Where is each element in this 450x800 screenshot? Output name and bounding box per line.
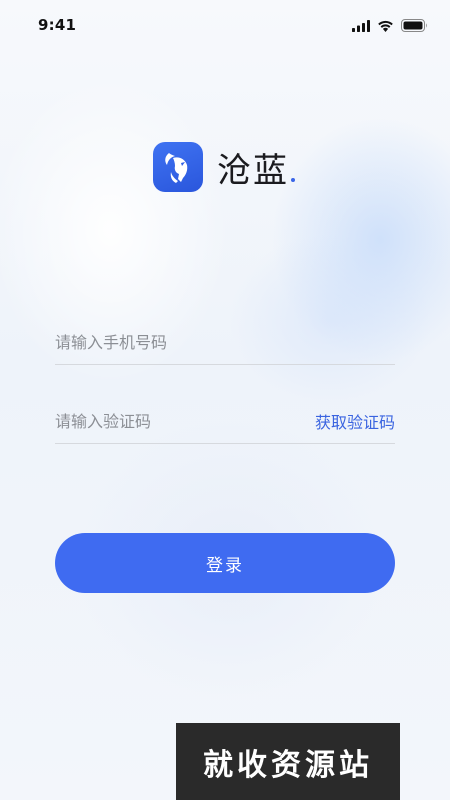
- cellular-signal-icon: [352, 17, 370, 36]
- phone-field-row: [55, 320, 395, 365]
- watermark: 就收资源站: [176, 723, 400, 800]
- status-time: 9:41: [38, 16, 77, 34]
- login-button[interactable]: 登录: [55, 533, 395, 593]
- brand-name: 沧蓝: [217, 150, 289, 191]
- status-icons: [352, 17, 428, 36]
- status-bar: 9:41: [0, 0, 450, 52]
- brand-logo: 沧蓝: [153, 142, 295, 192]
- battery-icon: [401, 17, 428, 36]
- goat-head-icon: [153, 142, 203, 192]
- wifi-icon: [377, 17, 394, 36]
- brand-dot: [291, 178, 295, 182]
- verification-code-input[interactable]: [55, 399, 315, 443]
- phone-input[interactable]: [55, 320, 395, 364]
- code-field-row: 获取验证码: [55, 399, 395, 444]
- get-code-button[interactable]: 获取验证码: [315, 409, 395, 433]
